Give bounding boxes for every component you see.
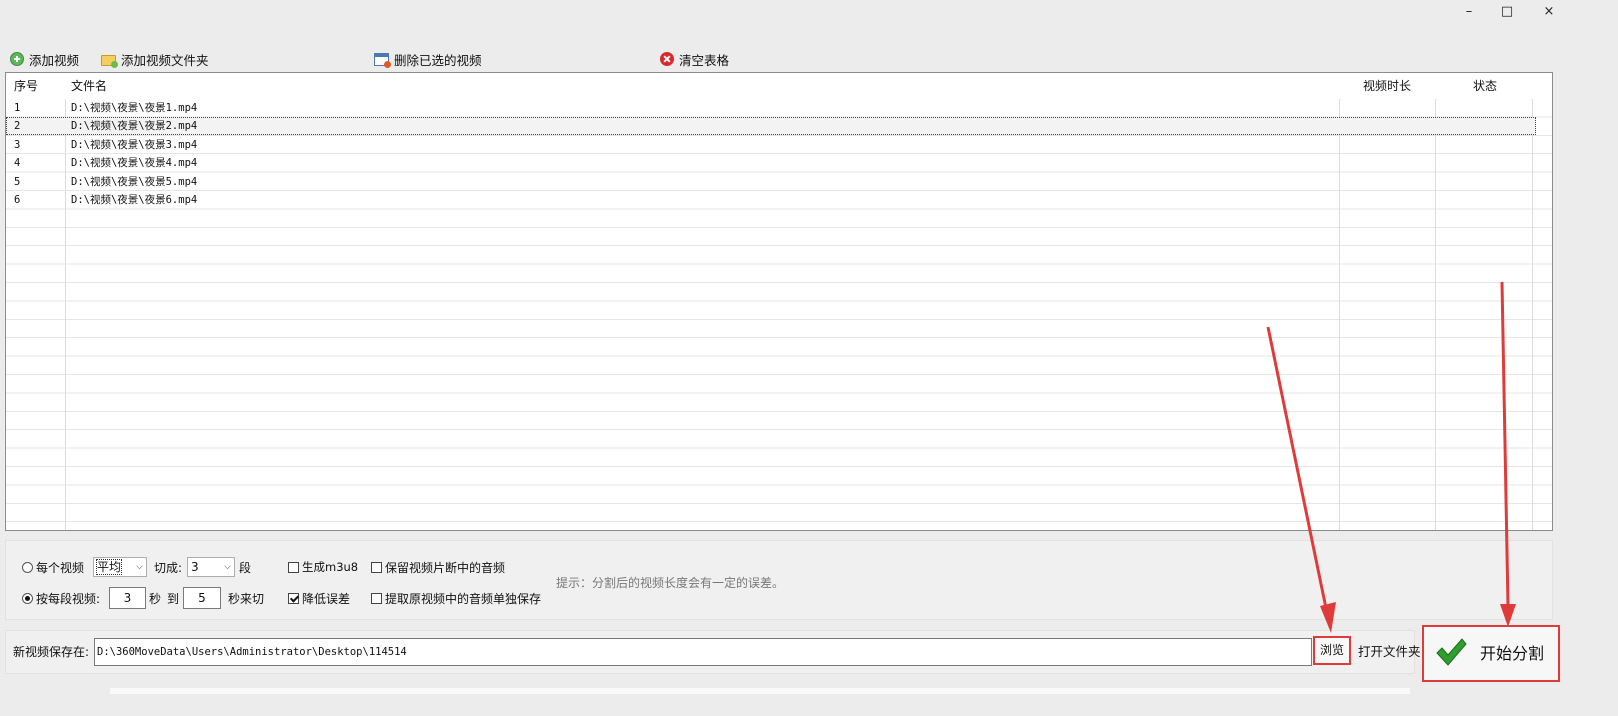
cell-index: 3 — [14, 138, 21, 151]
split-options-panel: 每个视频 平均 ⌵ 切成: 3 ⌵ 段 按每段视频: 3 秒 到 5 秒来切 生… — [5, 540, 1553, 620]
table-row[interactable]: 5 D:\视频\夜景\夜景5.mp4 — [6, 173, 1536, 191]
close-circle-icon — [660, 52, 674, 66]
checkbox-indicator — [288, 561, 299, 573]
seconds-to-input[interactable]: 5 — [183, 587, 221, 609]
header-index[interactable]: 序号 — [14, 73, 38, 99]
checkbox-indicator — [288, 592, 299, 604]
chevron-down-icon: ⌵ — [136, 562, 143, 572]
mode-select[interactable]: 平均 ⌵ — [93, 557, 147, 577]
per-segment-radio[interactable]: 按每段视频: — [22, 588, 100, 608]
radio-indicator — [22, 561, 33, 573]
to-label: 到 — [167, 591, 180, 606]
keep-audio-label: 保留视频片断中的音频 — [385, 560, 506, 575]
table-header: 序号 文件名 视频时长 状态 — [6, 73, 1552, 99]
browse-button[interactable]: 浏览 — [1313, 636, 1351, 665]
cell-index: 1 — [14, 102, 21, 114]
cut-into-label: 切成: — [154, 560, 183, 575]
table-row[interactable]: 6 D:\视频\夜景\夜景6.mp4 — [6, 191, 1536, 209]
start-split-button[interactable]: 开始分割 — [1422, 625, 1560, 682]
delete-selected-button[interactable]: 删除已选的视频 — [370, 46, 486, 72]
delete-selected-label: 删除已选的视频 — [394, 52, 482, 68]
segments-unit: 段 — [239, 560, 252, 575]
cell-index: 5 — [14, 175, 21, 188]
close-button[interactable]: × — [1526, 0, 1572, 26]
table-row[interactable]: 4 D:\视频\夜景\夜景4.mp4 — [6, 154, 1536, 172]
table-row[interactable]: 1 D:\视频\夜景\夜景1.mp4 — [6, 99, 1536, 117]
clear-table-button[interactable]: 清空表格 — [656, 46, 733, 72]
keep-audio-checkbox[interactable]: 保留视频片断中的音频 — [371, 557, 505, 577]
toolbar: 添加视频 添加视频文件夹 删除已选的视频 清空表格 — [0, 46, 1618, 74]
segments-select-value: 3 — [191, 560, 199, 574]
checkbox-indicator — [371, 561, 382, 573]
save-path-input[interactable]: D:\360MoveData\Users\Administrator\Deskt… — [94, 638, 1312, 666]
seconds-unit: 秒 — [149, 591, 162, 606]
checkbox-indicator — [371, 592, 382, 604]
start-split-label: 开始分割 — [1480, 644, 1545, 663]
extract-audio-label: 提取原视频中的音频单独保存 — [385, 591, 542, 606]
add-folder-label: 添加视频文件夹 — [121, 52, 209, 68]
cell-index: 2 — [14, 120, 21, 133]
reduce-error-checkbox[interactable]: 降低误差 — [288, 588, 350, 608]
folder-add-icon — [101, 54, 118, 68]
reduce-error-label: 降低误差 — [302, 591, 351, 606]
cell-filename: D:\视频\夜景\夜景2.mp4 — [71, 120, 198, 133]
seconds-from-input[interactable]: 3 — [109, 587, 146, 609]
header-filename[interactable]: 文件名 — [71, 73, 107, 99]
seconds-cut-label: 秒来切 — [228, 591, 265, 606]
add-video-button[interactable]: 添加视频 — [6, 46, 83, 72]
extract-audio-checkbox[interactable]: 提取原视频中的音频单独保存 — [371, 588, 541, 608]
hint-text: 提示：分割后的视频长度会有一定的误差。 — [556, 576, 785, 590]
file-table[interactable]: 序号 文件名 视频时长 状态 1 D:\视频\夜景\夜景1.mp4 2 D:\视频\夜… — [5, 72, 1553, 531]
save-path-bar: 新视频保存在: D:\360MoveData\Users\Administrat… — [5, 630, 1421, 674]
add-icon — [10, 52, 24, 66]
mode-select-value: 平均 — [95, 559, 123, 575]
cell-filename: D:\视频\夜景\夜景6.mp4 — [71, 194, 198, 206]
cell-index: 6 — [14, 194, 21, 206]
table-row[interactable]: 2 D:\视频\夜景\夜景2.mp4 — [6, 117, 1536, 136]
header-duration[interactable]: 视频时长 — [1363, 73, 1411, 99]
add-folder-button[interactable]: 添加视频文件夹 — [97, 46, 213, 72]
radio-indicator — [22, 592, 33, 604]
checkmark-icon — [1436, 638, 1467, 666]
cell-filename: D:\视频\夜景\夜景4.mp4 — [71, 157, 198, 170]
add-video-label: 添加视频 — [29, 52, 80, 68]
open-folder-button[interactable]: 打开文件夹 — [1358, 638, 1421, 666]
gen-m3u8-checkbox[interactable]: 生成m3u8 — [288, 557, 358, 577]
each-video-radio[interactable]: 每个视频 — [22, 557, 84, 577]
gen-m3u8-label: 生成m3u8 — [302, 560, 359, 574]
cell-filename: D:\视频\夜景\夜景1.mp4 — [71, 102, 198, 114]
chevron-down-icon: ⌵ — [224, 562, 231, 572]
each-video-label: 每个视频 — [36, 560, 85, 575]
cell-index: 4 — [14, 157, 21, 170]
title-bar: – □ × — [0, 0, 1618, 26]
bottom-strip — [110, 688, 1410, 694]
window-delete-icon — [374, 52, 391, 68]
per-segment-label: 按每段视频: — [36, 591, 101, 606]
cell-filename: D:\视频\夜景\夜景5.mp4 — [71, 175, 198, 188]
maximize-button[interactable]: □ — [1484, 0, 1530, 26]
header-status[interactable]: 状态 — [1473, 73, 1497, 99]
clear-table-label: 清空表格 — [679, 52, 730, 68]
table-row[interactable]: 3 D:\视频\夜景\夜景3.mp4 — [6, 136, 1536, 154]
segments-select[interactable]: 3 ⌵ — [187, 557, 235, 577]
cell-filename: D:\视频\夜景\夜景3.mp4 — [71, 138, 198, 151]
save-label: 新视频保存在: — [13, 645, 90, 659]
